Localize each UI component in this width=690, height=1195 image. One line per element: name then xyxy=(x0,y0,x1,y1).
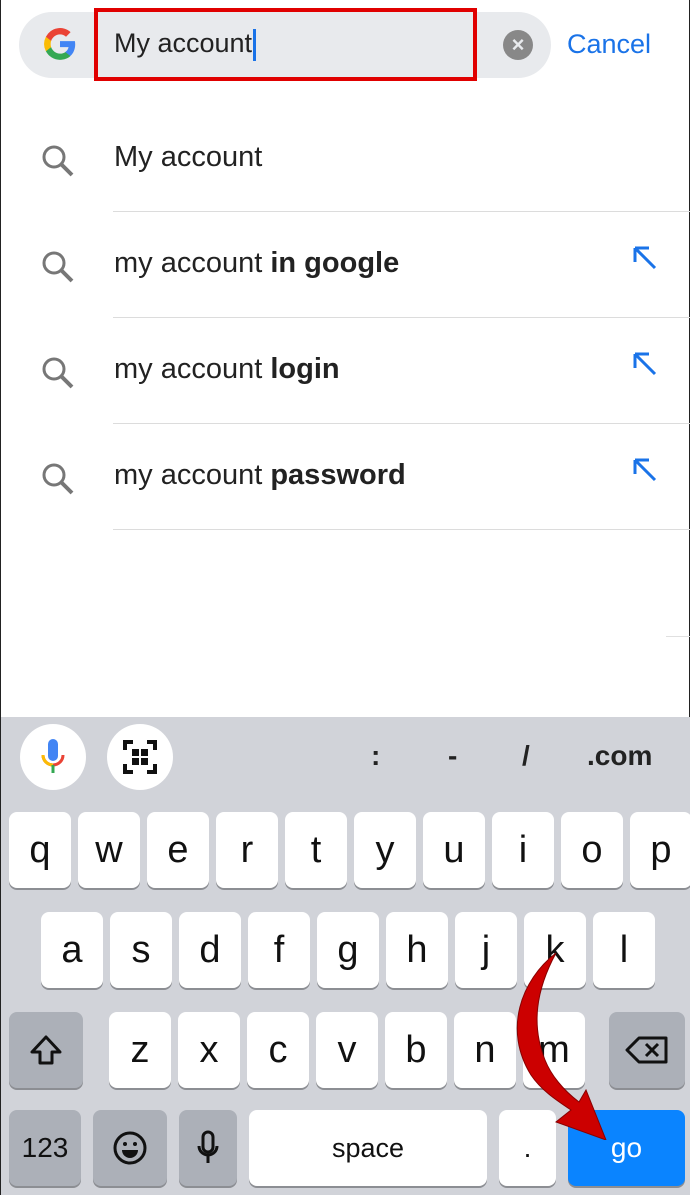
microphone-icon xyxy=(41,739,65,773)
key-i[interactable]: i xyxy=(492,812,554,888)
key-e[interactable]: e xyxy=(147,812,209,888)
suggestion-text: my account password xyxy=(114,459,406,492)
key-o[interactable]: o xyxy=(561,812,623,888)
key-dash[interactable]: - xyxy=(448,740,457,772)
fill-query-arrow-icon[interactable] xyxy=(631,350,659,386)
key-t[interactable]: t xyxy=(285,812,347,888)
suggestion-prefix: my account xyxy=(114,353,271,385)
search-icon xyxy=(41,250,75,289)
key-f[interactable]: f xyxy=(248,912,310,988)
suggestion-item[interactable]: my account login xyxy=(1,318,690,424)
backspace-icon xyxy=(625,1036,668,1064)
key-dotcom[interactable]: .com xyxy=(587,740,652,772)
suggestion-item[interactable]: my account in google xyxy=(1,212,690,318)
divider xyxy=(113,529,690,530)
search-icon xyxy=(41,356,75,395)
clear-icon[interactable]: × xyxy=(503,30,533,60)
key-q[interactable]: q xyxy=(9,812,71,888)
suggestion-item[interactable]: My account xyxy=(1,106,690,212)
search-input-text: My account xyxy=(114,28,257,61)
space-key[interactable]: space xyxy=(249,1110,487,1186)
search-icon xyxy=(41,144,75,183)
key-h[interactable]: h xyxy=(386,912,448,988)
fill-query-arrow-icon[interactable] xyxy=(631,456,659,492)
key-y[interactable]: y xyxy=(354,812,416,888)
key-v[interactable]: v xyxy=(316,1012,378,1088)
suggestion-prefix: My account xyxy=(114,141,263,173)
search-value: My account xyxy=(114,28,253,58)
voice-search-button[interactable] xyxy=(20,724,86,790)
suggestion-prefix: my account xyxy=(114,459,271,491)
suggestion-text: my account in google xyxy=(114,247,399,280)
qr-scanner-button[interactable] xyxy=(107,724,173,790)
emoji-key[interactable] xyxy=(93,1110,167,1186)
google-logo-icon xyxy=(41,25,79,73)
key-s[interactable]: s xyxy=(110,912,172,988)
key-colon[interactable]: : xyxy=(371,740,380,772)
suggestion-text: my account login xyxy=(114,353,340,386)
key-r[interactable]: r xyxy=(216,812,278,888)
suggestion-completion: in google xyxy=(270,247,400,279)
key-w[interactable]: w xyxy=(78,812,140,888)
shift-key[interactable] xyxy=(9,1012,83,1088)
suggestion-item[interactable]: my account password xyxy=(1,424,690,530)
qr-code-icon xyxy=(123,740,157,774)
key-x[interactable]: x xyxy=(178,1012,240,1088)
text-caret xyxy=(253,28,257,61)
key-c[interactable]: c xyxy=(247,1012,309,1088)
cancel-button[interactable]: Cancel xyxy=(567,29,651,60)
numbers-key[interactable]: 123 xyxy=(9,1110,81,1186)
suggestion-completion: login xyxy=(270,353,340,385)
microphone-icon xyxy=(197,1130,219,1163)
key-slash[interactable]: / xyxy=(522,740,530,772)
emoji-icon xyxy=(113,1131,147,1165)
key-p[interactable]: p xyxy=(630,812,690,888)
shift-icon xyxy=(30,1035,62,1065)
key-d[interactable]: d xyxy=(179,912,241,988)
dictation-key[interactable] xyxy=(179,1110,237,1186)
suggestion-prefix: my account xyxy=(114,247,271,279)
red-arrow-annotation xyxy=(516,952,607,1140)
divider xyxy=(666,636,690,637)
suggestion-text: My account xyxy=(114,141,262,174)
key-b[interactable]: b xyxy=(385,1012,447,1088)
search-icon xyxy=(41,462,75,501)
suggestion-completion: password xyxy=(270,459,406,491)
key-u[interactable]: u xyxy=(423,812,485,888)
fill-query-arrow-icon[interactable] xyxy=(631,244,659,280)
key-g[interactable]: g xyxy=(317,912,379,988)
key-a[interactable]: a xyxy=(41,912,103,988)
key-z[interactable]: z xyxy=(109,1012,171,1088)
